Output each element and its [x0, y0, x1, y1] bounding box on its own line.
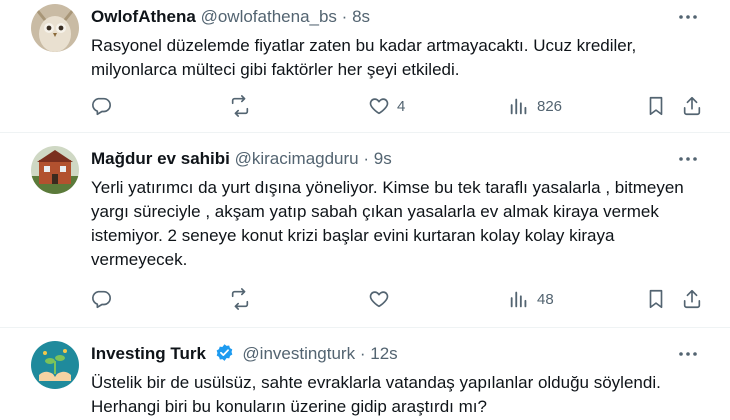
tweet-header: OwlofAthena @owlofathena_bs · 8s [91, 6, 370, 28]
tweet-text: Yerli yatırımcı da yurt dışına yöneliyor… [91, 178, 684, 269]
tweet-3[interactable]: Investing Turk @investingturk · 12s Üste… [0, 328, 730, 420]
more-options-icon[interactable] [677, 6, 699, 28]
tweet-text: Üstelik bir de usülsüz, sahte evraklarla… [91, 373, 661, 416]
like-count: 4 [397, 97, 406, 115]
separator-dot: · [363, 149, 370, 168]
reply-button[interactable] [90, 94, 119, 118]
tweet-text: Rasyonel düzelemde fiyatlar zaten bu kad… [91, 36, 637, 79]
reply-icon [92, 97, 111, 116]
like-button[interactable]: 4 [368, 94, 405, 118]
bookmark-icon [649, 289, 663, 309]
verified-badge-icon [215, 343, 234, 368]
bookmark-button[interactable] [645, 287, 667, 311]
share-button[interactable] [681, 94, 703, 118]
timestamp[interactable]: 8s [352, 7, 370, 26]
tweet-actions: 4 826 [0, 94, 730, 118]
views-chart-icon [510, 98, 527, 115]
retweet-icon [231, 95, 249, 117]
like-button[interactable] [368, 287, 397, 311]
more-options-icon[interactable] [677, 148, 699, 170]
retweet-button[interactable] [229, 287, 258, 311]
separator-dot: · [341, 7, 348, 26]
views-count: 826 [537, 97, 563, 115]
views-button[interactable]: 826 [508, 94, 562, 118]
author-name[interactable]: OwlofAthena [91, 7, 196, 26]
views-button[interactable]: 48 [508, 287, 554, 311]
author-handle[interactable]: @owlofathena_bs [201, 7, 337, 26]
tweet-1[interactable]: OwlofAthena @owlofathena_bs · 8s Rasyone… [0, 0, 730, 142]
author-handle[interactable]: @investingturk [242, 344, 355, 363]
views-chart-icon [510, 291, 527, 308]
share-button[interactable] [681, 287, 703, 311]
heart-icon [369, 98, 389, 115]
separator-dot: · [359, 344, 366, 363]
heart-icon [369, 291, 389, 308]
owl-avatar-image [31, 4, 79, 52]
avatar[interactable] [31, 4, 79, 52]
author-name[interactable]: Investing Turk [91, 344, 206, 363]
reply-icon [92, 290, 111, 309]
retweet-button[interactable] [229, 94, 258, 118]
bookmark-button[interactable] [645, 94, 667, 118]
author-handle[interactable]: @kiracimagduru [235, 149, 359, 168]
retweet-icon [231, 288, 249, 310]
more-options-icon[interactable] [677, 343, 699, 365]
avatar[interactable] [31, 146, 79, 194]
reply-button[interactable] [90, 287, 119, 311]
tweet-actions: 48 [0, 287, 730, 311]
tweet-header: Mağdur ev sahibi @kiracimagduru · 9s [91, 148, 392, 170]
plant-hands-avatar-image [31, 341, 79, 389]
share-icon [683, 289, 701, 309]
timestamp[interactable]: 12s [370, 344, 397, 363]
author-name[interactable]: Mağdur ev sahibi [91, 149, 230, 168]
house-avatar-image [31, 146, 79, 194]
views-count: 48 [537, 290, 554, 308]
share-icon [683, 96, 701, 116]
tweet-header: Investing Turk @investingturk · 12s [91, 343, 398, 368]
timestamp[interactable]: 9s [374, 149, 392, 168]
avatar[interactable] [31, 341, 79, 389]
tweet-2[interactable]: Mağdur ev sahibi @kiracimagduru · 9s Yer… [0, 133, 730, 327]
bookmark-icon [649, 96, 663, 116]
